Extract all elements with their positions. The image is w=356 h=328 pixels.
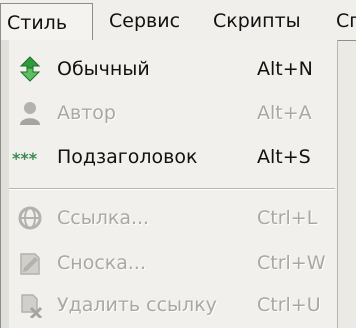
menu-bar: Стиль Сервис Скрипты Сп [0,0,356,41]
subtitle-icon: *** [11,144,47,170]
menu-item-normal[interactable]: Обычный Alt+N [9,49,335,89]
menu-item-delete-link-shortcut: Ctrl+U [257,294,321,316]
delete-link-icon [17,292,43,320]
menu-item-footnote-label: Сноска... [57,252,146,274]
menu-item-subtitle[interactable]: *** Подзаголовок Alt+S [9,137,335,177]
menu-gutter [1,40,9,328]
menu-item-subtitle-label: Подзаголовок [57,146,198,168]
menu-item-link[interactable]: Ссылка... Ctrl+L [9,198,335,238]
app-window: Стиль Сервис Скрипты Сп Обычный Alt+N Ав… [0,0,356,328]
normal-style-icon [17,56,43,82]
menu-item-subtitle-shortcut: Alt+S [257,146,311,168]
menu-item-delete-link[interactable]: Удалить ссылку Ctrl+U [9,285,335,325]
menu-item-author-label: Автор [57,102,116,124]
style-dropdown-menu: Обычный Alt+N Автор Alt+A *** Подзаголов… [0,40,338,328]
menu-item-footnote[interactable]: Сноска... Ctrl+W [9,243,335,283]
menu-item-author[interactable]: Автор Alt+A [9,93,335,133]
footnote-icon [17,250,43,276]
menu-item-footnote-shortcut: Ctrl+W [257,252,326,274]
menu-item-author-shortcut: Alt+A [257,102,312,124]
menu-item-normal-shortcut: Alt+N [257,58,313,80]
link-icon [17,205,43,231]
menu-service[interactable]: Сервис [109,0,180,40]
menu-scripts[interactable]: Скрипты [213,0,301,40]
menu-separator [9,188,335,190]
menu-item-link-label: Ссылка... [57,207,150,229]
menu-item-delete-link-label: Удалить ссылку [57,294,217,316]
menu-item-normal-label: Обычный [57,58,150,80]
author-icon [17,100,43,126]
menu-item-link-shortcut: Ctrl+L [257,207,318,229]
menu-truncated[interactable]: Сп [336,0,356,40]
svg-text:***: *** [12,149,38,168]
menu-style[interactable]: Стиль [0,3,93,41]
